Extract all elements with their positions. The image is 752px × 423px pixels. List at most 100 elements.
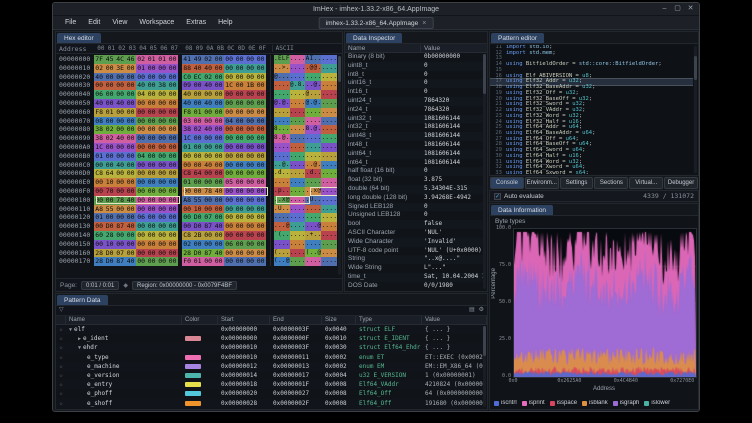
hex-byte[interactable]: 00 xyxy=(234,187,245,196)
hex-byte[interactable]: 00 xyxy=(234,205,245,214)
menu-workspace[interactable]: Workspace xyxy=(133,16,180,29)
filter-icon[interactable]: ▽ xyxy=(59,306,64,315)
ascii-char[interactable]: . xyxy=(333,134,337,143)
hex-byte[interactable]: 00 xyxy=(104,117,115,126)
hex-byte[interactable]: 00 xyxy=(146,257,157,266)
hex-byte[interactable]: 00 xyxy=(136,117,147,126)
hex-byte[interactable]: 00 xyxy=(167,257,178,266)
hex-byte[interactable]: 87 xyxy=(115,257,126,266)
hex-byte[interactable]: 06 xyxy=(94,90,105,99)
hex-byte[interactable]: 00 xyxy=(125,152,136,161)
hex-byte[interactable]: 00 xyxy=(213,240,224,249)
hex-byte[interactable]: 00 xyxy=(146,213,157,222)
hex-byte[interactable]: 00 xyxy=(136,134,147,143)
hex-byte[interactable]: 00 xyxy=(157,134,168,143)
hex-byte[interactable]: 55 xyxy=(192,196,203,205)
hex-byte[interactable]: 00 xyxy=(234,249,245,258)
hex-byte[interactable]: 00 xyxy=(125,143,136,152)
pattern-data-scrollbar[interactable] xyxy=(483,326,486,407)
maximize-icon[interactable]: ▢ xyxy=(671,3,684,16)
hex-byte[interactable]: 00 xyxy=(167,152,178,161)
hex-byte[interactable]: 00 xyxy=(157,152,168,161)
hex-byte[interactable]: 00 xyxy=(203,152,214,161)
hex-byte[interactable]: 00 xyxy=(245,134,256,143)
hex-byte[interactable]: 00 xyxy=(255,187,266,196)
hex-byte[interactable]: 00 xyxy=(136,231,147,240)
favorite-star-icon[interactable]: ☆ xyxy=(56,399,66,408)
hex-byte[interactable]: 02 xyxy=(104,134,115,143)
inspector-row[interactable]: int64_t1081606144 xyxy=(345,159,483,168)
hex-byte[interactable]: 00 xyxy=(167,125,178,134)
hex-byte[interactable]: 00 xyxy=(224,55,235,64)
hex-byte[interactable]: 00 xyxy=(125,134,136,143)
hex-byte[interactable]: 00 xyxy=(157,73,168,82)
hex-byte[interactable]: 00 xyxy=(104,81,115,90)
hex-byte[interactable]: 03 xyxy=(182,117,193,126)
hex-byte[interactable]: 00 xyxy=(234,257,245,266)
hex-byte[interactable]: F0 xyxy=(182,257,193,266)
hex-byte[interactable]: 00 xyxy=(245,169,256,178)
close-icon[interactable]: ✕ xyxy=(684,3,697,16)
hex-byte[interactable]: 00 xyxy=(245,90,256,99)
menu-file[interactable]: File xyxy=(59,16,82,29)
hex-byte[interactable]: 4C xyxy=(115,55,126,64)
inspector-row[interactable]: uint24_t7864320 xyxy=(345,97,483,106)
hex-byte[interactable]: 00 xyxy=(192,152,203,161)
hex-byte[interactable]: 00 xyxy=(224,134,235,143)
hex-byte[interactable]: 00 xyxy=(146,90,157,99)
hex-byte[interactable]: 00 xyxy=(234,161,245,170)
hex-byte[interactable]: 01 xyxy=(192,108,203,117)
hex-byte[interactable]: 01 xyxy=(157,55,168,64)
hex-byte[interactable]: 00 xyxy=(167,64,178,73)
hex-byte[interactable]: 00 xyxy=(234,169,245,178)
hex-byte[interactable]: 00 xyxy=(146,178,157,187)
hex-byte[interactable]: 00 xyxy=(115,117,126,126)
pattern-row[interactable]: ☆e_type0x000000100x000000110x0002enum ET… xyxy=(56,353,483,362)
hex-byte[interactable]: 00 xyxy=(125,108,136,117)
hex-byte[interactable]: 00 xyxy=(203,134,214,143)
minimize-icon[interactable]: – xyxy=(658,3,671,16)
hex-byte[interactable]: 38 xyxy=(182,125,193,134)
hex-byte[interactable]: 00 xyxy=(115,73,126,82)
hex-byte[interactable]: 00 xyxy=(234,73,245,82)
hex-byte[interactable]: 00 xyxy=(224,231,235,240)
menu-extras[interactable]: Extras xyxy=(180,16,212,29)
tree-expanded-icon[interactable]: ▼ xyxy=(78,345,81,351)
hex-byte[interactable]: 3E xyxy=(115,64,126,73)
hex-byte[interactable]: 00 xyxy=(245,178,256,187)
hex-byte[interactable]: 38 xyxy=(94,134,105,143)
column-header-end[interactable]: End xyxy=(270,316,322,325)
hex-byte[interactable]: 01 xyxy=(94,152,105,161)
hex-byte[interactable]: 00 xyxy=(146,196,157,205)
ascii-char[interactable]: . xyxy=(333,240,337,249)
hex-byte[interactable]: 00 xyxy=(234,117,245,126)
hex-byte[interactable]: 78 xyxy=(203,187,214,196)
hex-byte[interactable]: 00 xyxy=(213,99,224,108)
hex-byte[interactable]: D0 xyxy=(104,249,115,258)
ascii-char[interactable]: . xyxy=(333,99,337,108)
legend-item-iscntrl[interactable]: iscntrl xyxy=(494,400,517,406)
hex-byte[interactable]: 00 xyxy=(245,64,256,73)
favorite-star-icon[interactable]: ☆ xyxy=(56,380,66,389)
hex-byte[interactable]: 38 xyxy=(157,81,168,90)
hex-byte[interactable]: 00 xyxy=(203,108,214,117)
inspector-row[interactable]: double (64 bit)5.34304E-315 xyxy=(345,185,483,194)
ascii-char[interactable]: . xyxy=(333,205,337,214)
hex-byte[interactable]: 00 xyxy=(94,187,105,196)
hex-byte[interactable]: 00 xyxy=(146,73,157,82)
pattern-code[interactable]: 11import std.io;12import std.mem;1314usi… xyxy=(490,45,693,174)
hex-byte[interactable]: 00 xyxy=(234,240,245,249)
ascii-char[interactable]: . xyxy=(333,231,337,240)
hex-byte[interactable]: 00 xyxy=(167,169,178,178)
hex-byte[interactable]: 00 xyxy=(125,99,136,108)
hex-byte[interactable]: 00 xyxy=(203,257,214,266)
hex-byte[interactable]: 00 xyxy=(203,178,214,187)
hex-byte[interactable]: C8 xyxy=(94,169,105,178)
hex-byte[interactable]: 40 xyxy=(94,99,105,108)
hex-byte[interactable]: 00 xyxy=(167,99,178,108)
hex-byte[interactable]: 00 xyxy=(157,257,168,266)
hex-byte[interactable]: 88 xyxy=(182,64,193,73)
hex-byte[interactable]: 02 xyxy=(94,64,105,73)
pattern-row[interactable]: ☆▶e_ident0x000000000x0000000F0x0010struc… xyxy=(56,334,483,343)
ascii-char[interactable]: . xyxy=(333,108,337,117)
